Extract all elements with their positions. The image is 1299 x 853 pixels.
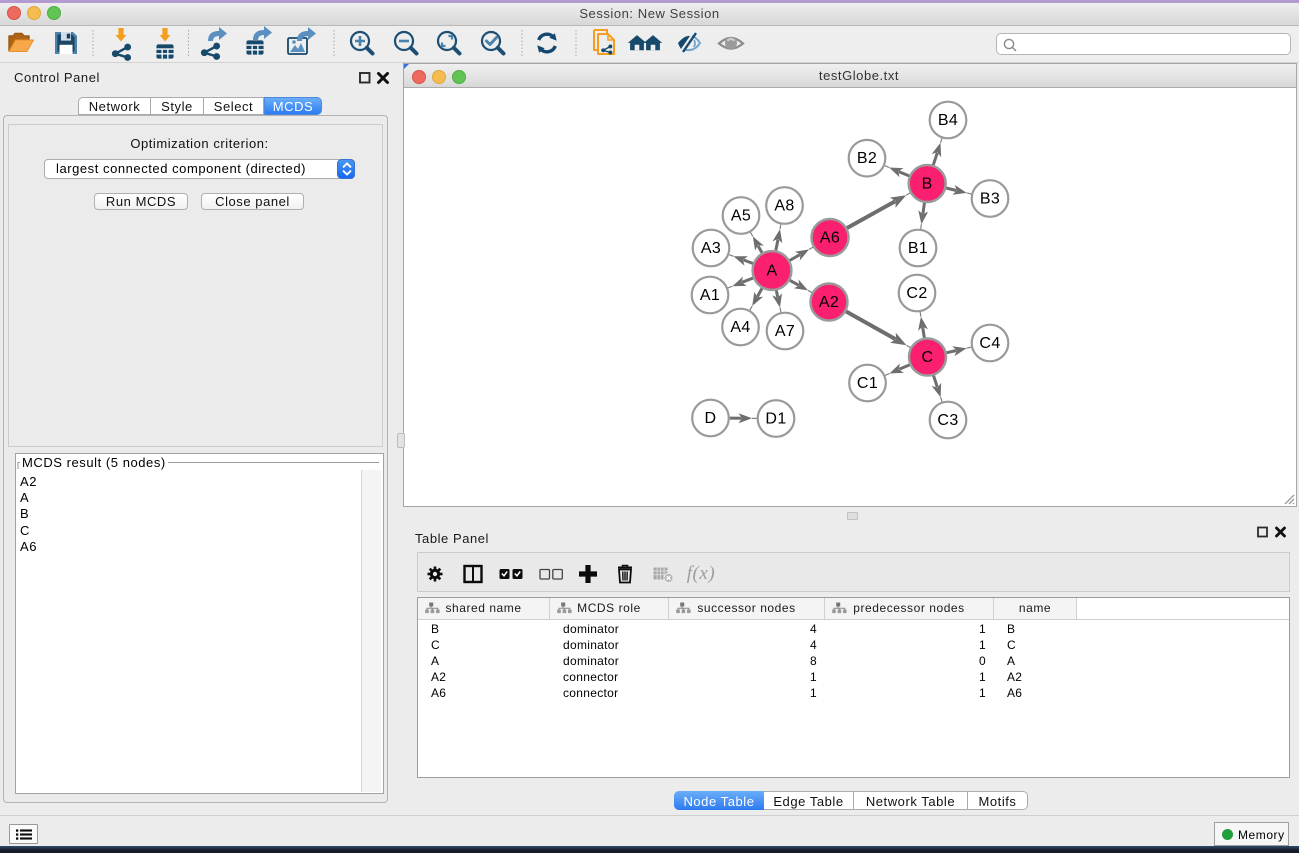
svg-text:B1: B1 <box>908 240 928 257</box>
svg-text:A2: A2 <box>819 294 839 311</box>
svg-text:B4: B4 <box>938 112 958 129</box>
svg-text:C4: C4 <box>979 335 1000 352</box>
svg-text:C1: C1 <box>857 375 878 392</box>
svg-text:C3: C3 <box>937 412 958 429</box>
svg-text:A3: A3 <box>701 240 721 257</box>
svg-text:A4: A4 <box>730 319 750 336</box>
svg-text:C: C <box>922 349 934 366</box>
svg-text:A7: A7 <box>775 323 795 340</box>
svg-text:A1: A1 <box>700 287 720 304</box>
svg-text:B2: B2 <box>857 150 877 167</box>
svg-text:A8: A8 <box>774 198 794 215</box>
svg-text:A6: A6 <box>820 230 840 247</box>
svg-text:B: B <box>922 176 933 193</box>
svg-text:f(x): f(x) <box>687 563 716 584</box>
svg-text:D1: D1 <box>765 411 786 428</box>
svg-text:B3: B3 <box>980 191 1000 208</box>
svg-text:A: A <box>766 263 777 280</box>
svg-text:C2: C2 <box>906 285 927 302</box>
svg-text:D: D <box>705 410 717 427</box>
svg-text:A5: A5 <box>731 208 751 225</box>
